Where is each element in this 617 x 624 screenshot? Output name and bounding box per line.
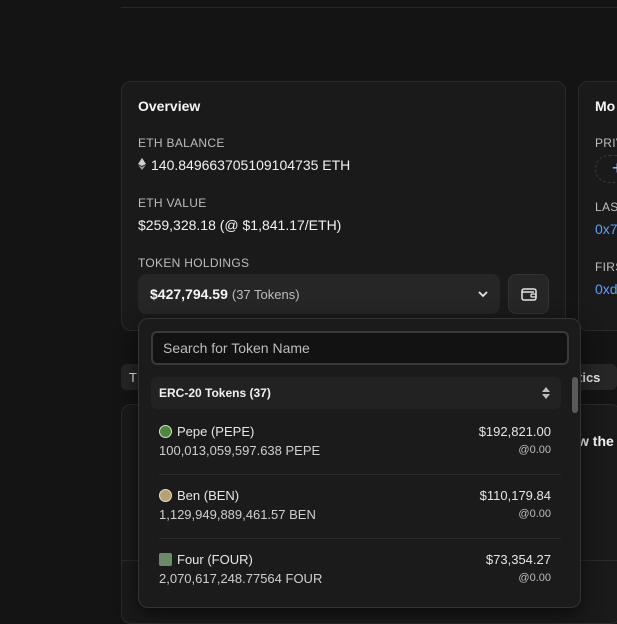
add-button[interactable]: + bbox=[595, 155, 617, 183]
token-holdings-select[interactable]: $427,794.59 (37 Tokens) bbox=[138, 274, 500, 314]
token-amount: 1,129,949,889,461.57 BEN bbox=[159, 507, 316, 522]
lower-card-text: w the bbox=[578, 433, 614, 449]
eth-balance-label: ETH BALANCE bbox=[138, 136, 225, 150]
token-amount: 100,013,059,597.638 PEPE bbox=[159, 443, 321, 458]
token-row-ben[interactable]: Ben (BEN) 1,129,949,889,461.57 BEN $110,… bbox=[151, 475, 561, 539]
token-amount: 2,070,617,248.77564 FOUR bbox=[159, 571, 323, 586]
token-value: $110,179.84 bbox=[479, 488, 551, 503]
erc20-group-label: ERC-20 Tokens (37) bbox=[159, 386, 271, 400]
token-holdings-label: TOKEN HOLDINGS bbox=[138, 256, 250, 270]
chevron-down-icon bbox=[478, 291, 488, 298]
dropdown-scrollbar[interactable] bbox=[572, 377, 578, 413]
token-price: @0.00 bbox=[518, 508, 551, 520]
eth-value-text: $259,328.18 (@ $1,841.17/ETH) bbox=[138, 217, 342, 233]
last-tx-link[interactable]: 0x7 bbox=[595, 221, 617, 237]
first-tx-link[interactable]: 0xd bbox=[595, 281, 617, 297]
token-search-input[interactable] bbox=[151, 331, 569, 365]
overview-card: Overview ETH BALANCE 140.849663705109104… bbox=[121, 81, 566, 331]
more-info-title: Mo bbox=[595, 98, 616, 114]
token-row-pepe[interactable]: Pepe (PEPE) 100,013,059,597.638 PEPE $19… bbox=[151, 411, 561, 475]
erc20-group-header[interactable]: ERC-20 Tokens (37) bbox=[151, 377, 561, 409]
ben-icon bbox=[159, 489, 172, 502]
holdings-amount: $427,794.59 bbox=[150, 286, 228, 302]
token-holdings-dropdown: ERC-20 Tokens (37) Pepe (PEPE) 100,013,0… bbox=[138, 318, 581, 608]
eth-balance-text: 140.849663705109104735 ETH bbox=[151, 157, 351, 173]
more-info-card: Mo PRIV + LAS 0x7 FIRS 0xd bbox=[578, 81, 617, 331]
sort-icon bbox=[542, 387, 550, 399]
token-row-four[interactable]: Four (FOUR) 2,070,617,248.77564 FOUR $73… bbox=[151, 539, 561, 603]
last-label: LAS bbox=[595, 200, 617, 214]
ethereum-icon bbox=[138, 158, 147, 173]
token-price: @0.00 bbox=[518, 572, 551, 584]
private-label: PRIV bbox=[595, 136, 617, 150]
token-value: $73,354.27 bbox=[485, 552, 551, 567]
top-divider bbox=[121, 7, 617, 8]
four-icon bbox=[159, 553, 172, 566]
token-name: Four (FOUR) bbox=[177, 552, 253, 567]
holdings-count: (37 Tokens) bbox=[231, 286, 300, 302]
wallet-button[interactable] bbox=[508, 274, 549, 314]
token-name: Ben (BEN) bbox=[177, 488, 240, 503]
token-name: Pepe (PEPE) bbox=[177, 424, 255, 439]
eth-balance-value: 140.849663705109104735 ETH bbox=[138, 157, 350, 173]
pepe-icon bbox=[159, 425, 172, 438]
wallet-icon bbox=[520, 288, 537, 301]
eth-value-label: ETH VALUE bbox=[138, 196, 207, 210]
overview-title: Overview bbox=[138, 98, 201, 114]
token-value: $192,821.00 bbox=[478, 424, 551, 439]
token-price: @0.00 bbox=[518, 444, 551, 456]
first-label: FIRS bbox=[595, 260, 617, 274]
